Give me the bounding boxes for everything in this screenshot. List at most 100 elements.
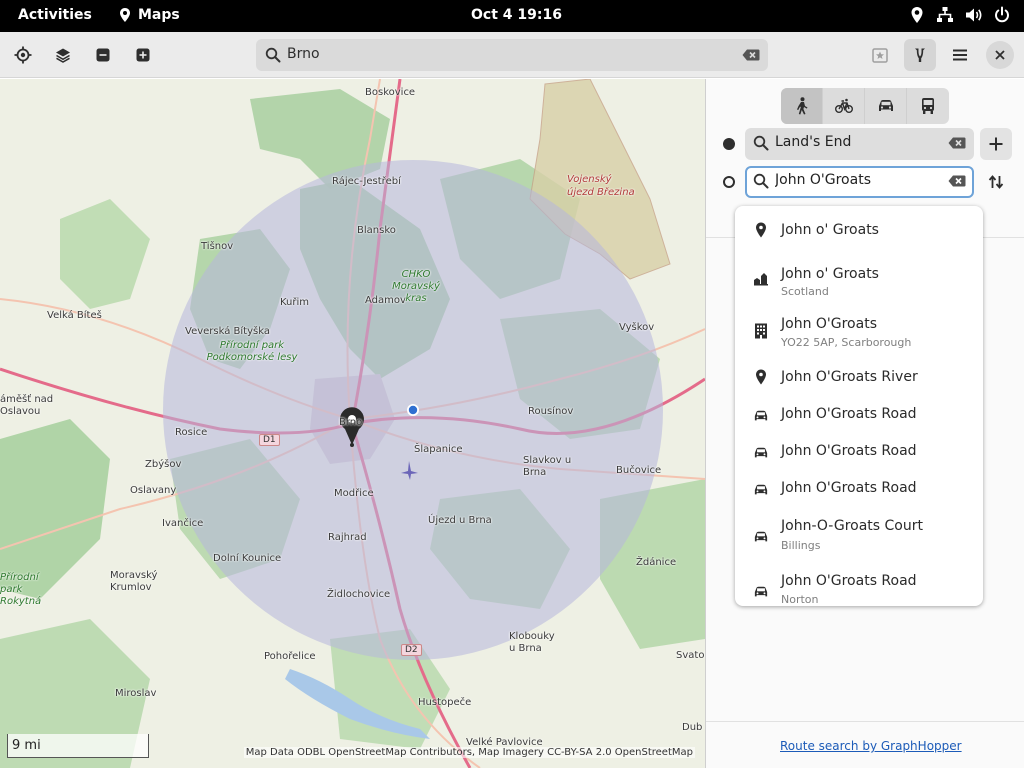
map-label: Oslavany	[130, 485, 177, 496]
route-to-input[interactable]	[775, 172, 945, 188]
search-suggestions-popover: John o' Groats John o' Groats Scotland J…	[735, 206, 983, 606]
volume-icon	[966, 8, 982, 22]
route-from-entry[interactable]	[745, 128, 974, 160]
network-icon	[937, 7, 953, 22]
favorites-button[interactable]	[864, 39, 896, 71]
mode-transit-button[interactable]	[907, 88, 949, 124]
clear-from-icon[interactable]	[948, 137, 966, 149]
route-to-entry[interactable]	[745, 166, 974, 198]
map-attribution: Map Data ODBL OpenStreetMap Contributors…	[243, 747, 695, 758]
map-label: Pohořelice	[264, 651, 316, 662]
suggestion-item[interactable]: John O'Groats River	[735, 357, 983, 397]
suggestion-item[interactable]: John O'Groats Road Norton	[735, 563, 983, 606]
graphhopper-link[interactable]: Route search by GraphHopper	[780, 739, 962, 753]
zoom-in-button[interactable]	[127, 39, 159, 71]
mode-bike-button[interactable]	[823, 88, 865, 124]
transport-mode-switcher	[781, 88, 949, 124]
place-search-input[interactable]	[287, 46, 727, 62]
car-icon	[752, 444, 770, 462]
map-label: Klobouky u Brna	[509, 631, 555, 654]
map-label: Tišnov	[201, 241, 234, 252]
map-area-label: CHKO Moravský kras	[392, 269, 440, 304]
map-label: Židlochovice	[327, 589, 391, 600]
locate-icon	[14, 46, 32, 64]
suggestion-subtitle: Billings	[781, 539, 821, 552]
map-label: Rousínov	[528, 406, 574, 417]
map-area-label: Přírodní park Podkomorské lesy	[206, 340, 298, 363]
map-label: Rájec-Jestřebí	[332, 176, 401, 187]
pin-icon	[752, 221, 770, 239]
map-label: Újezd u Brna	[428, 515, 492, 526]
suggestion-item[interactable]: John o' Groats Scotland	[735, 251, 983, 302]
map-label: Ivančice	[162, 518, 204, 529]
map-label: Blansko	[357, 225, 396, 236]
map-label: Modřice	[334, 488, 374, 499]
map-label: Svatob	[676, 650, 705, 661]
add-via-button[interactable]	[980, 128, 1012, 160]
suggestion-title: John O'Groats Road	[781, 573, 917, 589]
activities-button[interactable]: Activities	[18, 7, 92, 23]
suggestion-item[interactable]: John O'Groats YO22 5AP, Scarborough	[735, 302, 983, 357]
suggestion-title: John O'Groats Road	[781, 443, 917, 459]
map-label: Kuřim	[280, 297, 310, 308]
map-label: Hustopeče	[418, 697, 472, 708]
route-planner-toggle[interactable]	[904, 39, 936, 71]
map-label: Zbýšov	[145, 459, 182, 470]
map-area-label: Vojenský újezd Březina	[567, 174, 635, 198]
map-label: Šlapanice	[414, 444, 463, 455]
layers-button[interactable]	[47, 39, 79, 71]
zoom-out-button[interactable]	[87, 39, 119, 71]
suggestion-item[interactable]: John O'Groats Road	[735, 434, 983, 471]
mode-walk-button[interactable]	[781, 88, 823, 124]
mode-car-button[interactable]	[865, 88, 907, 124]
close-window-button[interactable]	[986, 41, 1014, 69]
suggestion-item[interactable]: John O'Groats Road	[735, 471, 983, 508]
suggestion-item[interactable]: John o' Groats	[735, 206, 983, 251]
clear-search-icon[interactable]	[742, 49, 760, 61]
suggestion-subtitle: Norton	[781, 593, 819, 606]
car-icon	[752, 481, 770, 499]
route-from-input[interactable]	[775, 134, 945, 150]
plus-icon	[989, 137, 1003, 151]
reverse-route-button[interactable]	[980, 166, 1012, 198]
map-view[interactable]: Boskovice Rájec-Jestřebí Blansko Tišnov …	[0, 79, 705, 768]
menu-icon	[953, 49, 967, 61]
map-label: áměšť nad Oslavou	[0, 394, 54, 417]
bike-icon	[834, 98, 853, 113]
car-icon	[752, 528, 770, 546]
road-shield: D2	[401, 644, 422, 656]
map-pin-icon	[120, 8, 130, 22]
header-bar	[0, 32, 1024, 78]
map-label: Boskovice	[365, 87, 416, 98]
transit-icon	[922, 98, 934, 114]
map-label: Miroslav	[115, 688, 157, 699]
zoom-in-icon	[136, 48, 150, 62]
walk-icon	[796, 97, 807, 115]
suggestion-item[interactable]: John O'Groats Road	[735, 397, 983, 434]
search-icon	[753, 173, 769, 189]
system-top-bar: Activities Maps Oct 4 19:16	[0, 0, 1024, 32]
layers-icon	[56, 48, 70, 63]
suggestion-subtitle: Scotland	[781, 285, 829, 298]
route-to-row	[706, 164, 1024, 200]
search-icon	[265, 47, 281, 63]
map-label: Brno	[339, 417, 363, 428]
clock[interactable]: Oct 4 19:16	[471, 7, 562, 23]
clear-to-icon[interactable]	[948, 175, 966, 187]
main-menu-button[interactable]	[944, 39, 976, 71]
map-scale: 9 mi	[7, 734, 149, 758]
locate-button[interactable]	[7, 39, 39, 71]
suggestion-title: John O'Groats Road	[781, 406, 917, 422]
app-name: Maps	[138, 7, 180, 23]
suggestion-item[interactable]: John-O-Groats Court Billings	[735, 508, 983, 563]
map-label: Moravský Krumlov	[110, 570, 158, 593]
app-menu-button[interactable]: Maps	[117, 7, 180, 23]
search-icon	[753, 135, 769, 151]
suggestion-title: John-O-Groats Court	[781, 518, 923, 534]
system-tray[interactable]	[909, 6, 1010, 24]
road-shield: D1	[259, 434, 280, 446]
car-icon	[878, 100, 893, 111]
place-search-box[interactable]	[256, 39, 768, 71]
map-label: Dolní Kounice	[213, 553, 282, 564]
power-icon	[995, 6, 1009, 23]
